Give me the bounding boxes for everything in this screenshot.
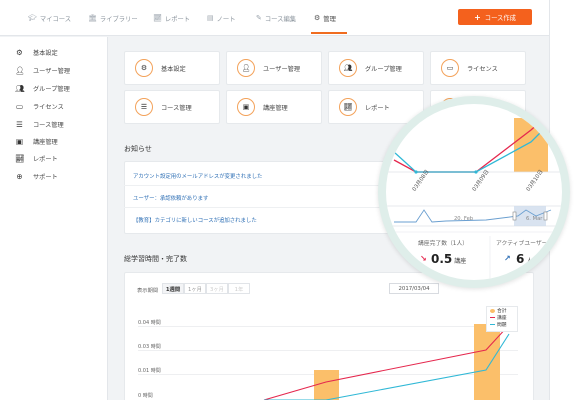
- swatch: [490, 324, 495, 325]
- active-users-label: アクティブユーザー: [496, 241, 548, 247]
- sidebar-item-support[interactable]: ⊕ サポート: [15, 170, 57, 182]
- arrow-up-icon: ↗: [504, 254, 511, 263]
- study-chart-plot: [263, 324, 510, 400]
- point: [474, 170, 478, 174]
- chart-icon: 📈︎: [153, 14, 162, 22]
- zoom-magnifier: 03月08日 03月09日 03月10日 20. Feb 6. Mar 講座完了…: [378, 96, 570, 288]
- bar-total-0309: [314, 370, 339, 400]
- plus-icon: +: [474, 12, 481, 22]
- window-icon: ▣: [237, 98, 255, 116]
- date-picker[interactable]: 2017/03/04: [389, 283, 439, 294]
- sidebar: ⚙ 基本設定 👤︎ ユーザー管理 👥︎ グループ管理 ▭ ライセンス ☰ コース…: [0, 37, 108, 400]
- tile-users[interactable]: 👤︎ ユーザー管理: [226, 51, 322, 85]
- tile-groups[interactable]: 👥︎ グループ管理: [328, 51, 424, 85]
- sidebar-item-users[interactable]: 👤︎ ユーザー管理: [15, 64, 70, 76]
- sidebar-item-license[interactable]: ▭ ライセンス: [15, 100, 64, 112]
- chart-legend: 合計 講座 問題: [486, 306, 518, 332]
- series-line-question: [264, 333, 510, 400]
- legend-item: 合計: [487, 307, 517, 314]
- point: [414, 170, 418, 174]
- chart-icon: 📈︎: [339, 98, 357, 116]
- group-icon: 👥︎: [339, 59, 357, 77]
- completed-label: 講座完了数（1人）: [418, 241, 469, 247]
- chart-icon: 📈︎: [15, 153, 25, 163]
- legend-item: 講座: [487, 314, 517, 321]
- gears-icon: ⚙: [135, 59, 153, 77]
- period-tab-1m[interactable]: 1ヶ月: [184, 283, 206, 294]
- graduation-cap-icon: 🎓︎: [28, 14, 37, 22]
- notice-item[interactable]: ユーザー：承認依頼があります: [133, 194, 208, 202]
- list-icon: ☰: [135, 98, 153, 116]
- nav-my-courses[interactable]: 🎓︎ マイコース: [28, 12, 71, 24]
- sidebar-item-lectures[interactable]: ▣ 講座管理: [15, 135, 58, 147]
- nav-admin[interactable]: ⚙ 管理: [314, 12, 336, 24]
- user-icon: 👤︎: [15, 65, 25, 75]
- navigator-handle-right[interactable]: [543, 211, 548, 221]
- navigator-label: 20. Feb: [454, 216, 474, 222]
- create-course-button[interactable]: + コース作成: [458, 9, 532, 25]
- sidebar-item-basic-settings[interactable]: ⚙ 基本設定: [15, 46, 58, 58]
- notebook-icon: ▤: [207, 14, 214, 22]
- tile-lectures[interactable]: ▣ 講座管理: [226, 90, 322, 124]
- id-card-icon: ▭: [15, 101, 24, 111]
- arrow-down-icon: ↘: [420, 254, 427, 263]
- id-card-icon: ▭: [441, 59, 459, 77]
- active-users-value: 6人: [516, 252, 533, 266]
- sidebar-item-groups[interactable]: 👥︎ グループ管理: [15, 82, 70, 94]
- completed-value: 0.5 講座: [431, 252, 467, 266]
- active-tab-indicator: [311, 32, 347, 34]
- nav-library[interactable]: 🏛︎ ライブラリー: [88, 12, 138, 24]
- swatch: [490, 308, 495, 313]
- pencil-icon: ✎: [256, 14, 262, 22]
- notice-item[interactable]: 【教育】カテゴリに新しいコースが追加されました: [133, 216, 257, 224]
- nav-report[interactable]: 📈︎ レポート: [153, 12, 190, 24]
- navigator-label: 6. Mar: [526, 216, 543, 222]
- bar-total-0310: [474, 324, 500, 400]
- tile-courses[interactable]: ☰ コース管理: [124, 90, 220, 124]
- period-tab-3m[interactable]: 3ヶ月: [206, 283, 228, 294]
- nav-note[interactable]: ▤ ノート: [207, 12, 236, 24]
- bar-total-zoom: [514, 118, 548, 172]
- library-icon: 🏛︎: [88, 14, 97, 22]
- lifebuoy-icon: ⊕: [16, 171, 23, 181]
- group-icon: 👥︎: [15, 83, 25, 93]
- navigator-handle-left[interactable]: [512, 211, 517, 221]
- nav-course-edit[interactable]: ✎ コース編集: [256, 12, 296, 24]
- top-navigation: 🎓︎ マイコース 🏛︎ ライブラリー 📈︎ レポート ▤ ノート ✎ コース編集…: [0, 0, 549, 36]
- window-icon: ▣: [15, 136, 24, 146]
- zoomed-chart: [386, 111, 562, 280]
- tile-basic-settings[interactable]: ⚙ 基本設定: [124, 51, 220, 85]
- study-title: 総学習時間・完了数: [124, 255, 187, 263]
- period-tab-1w[interactable]: 1週間: [162, 283, 184, 294]
- sidebar-item-report[interactable]: 📈︎ レポート: [15, 152, 58, 164]
- swatch: [490, 317, 495, 318]
- gear-icon: ⚙: [314, 14, 321, 22]
- list-icon: ☰: [16, 119, 23, 129]
- notice-item[interactable]: アカウント設定用のメールアドレスが変更されました: [133, 172, 262, 180]
- sidebar-item-courses[interactable]: ☰ コース管理: [15, 118, 64, 130]
- user-icon: 👤︎: [237, 59, 255, 77]
- magnifier-content: 03月08日 03月09日 03月10日 20. Feb 6. Mar 講座完了…: [386, 104, 562, 280]
- period-label: 表示期間: [137, 288, 159, 294]
- notices-title: お知らせ: [124, 145, 152, 153]
- tile-license[interactable]: ▭ ライセンス: [430, 51, 526, 85]
- legend-item: 問題: [487, 321, 517, 328]
- period-tab-1y[interactable]: 1年: [228, 283, 250, 294]
- gears-icon: ⚙: [16, 47, 23, 57]
